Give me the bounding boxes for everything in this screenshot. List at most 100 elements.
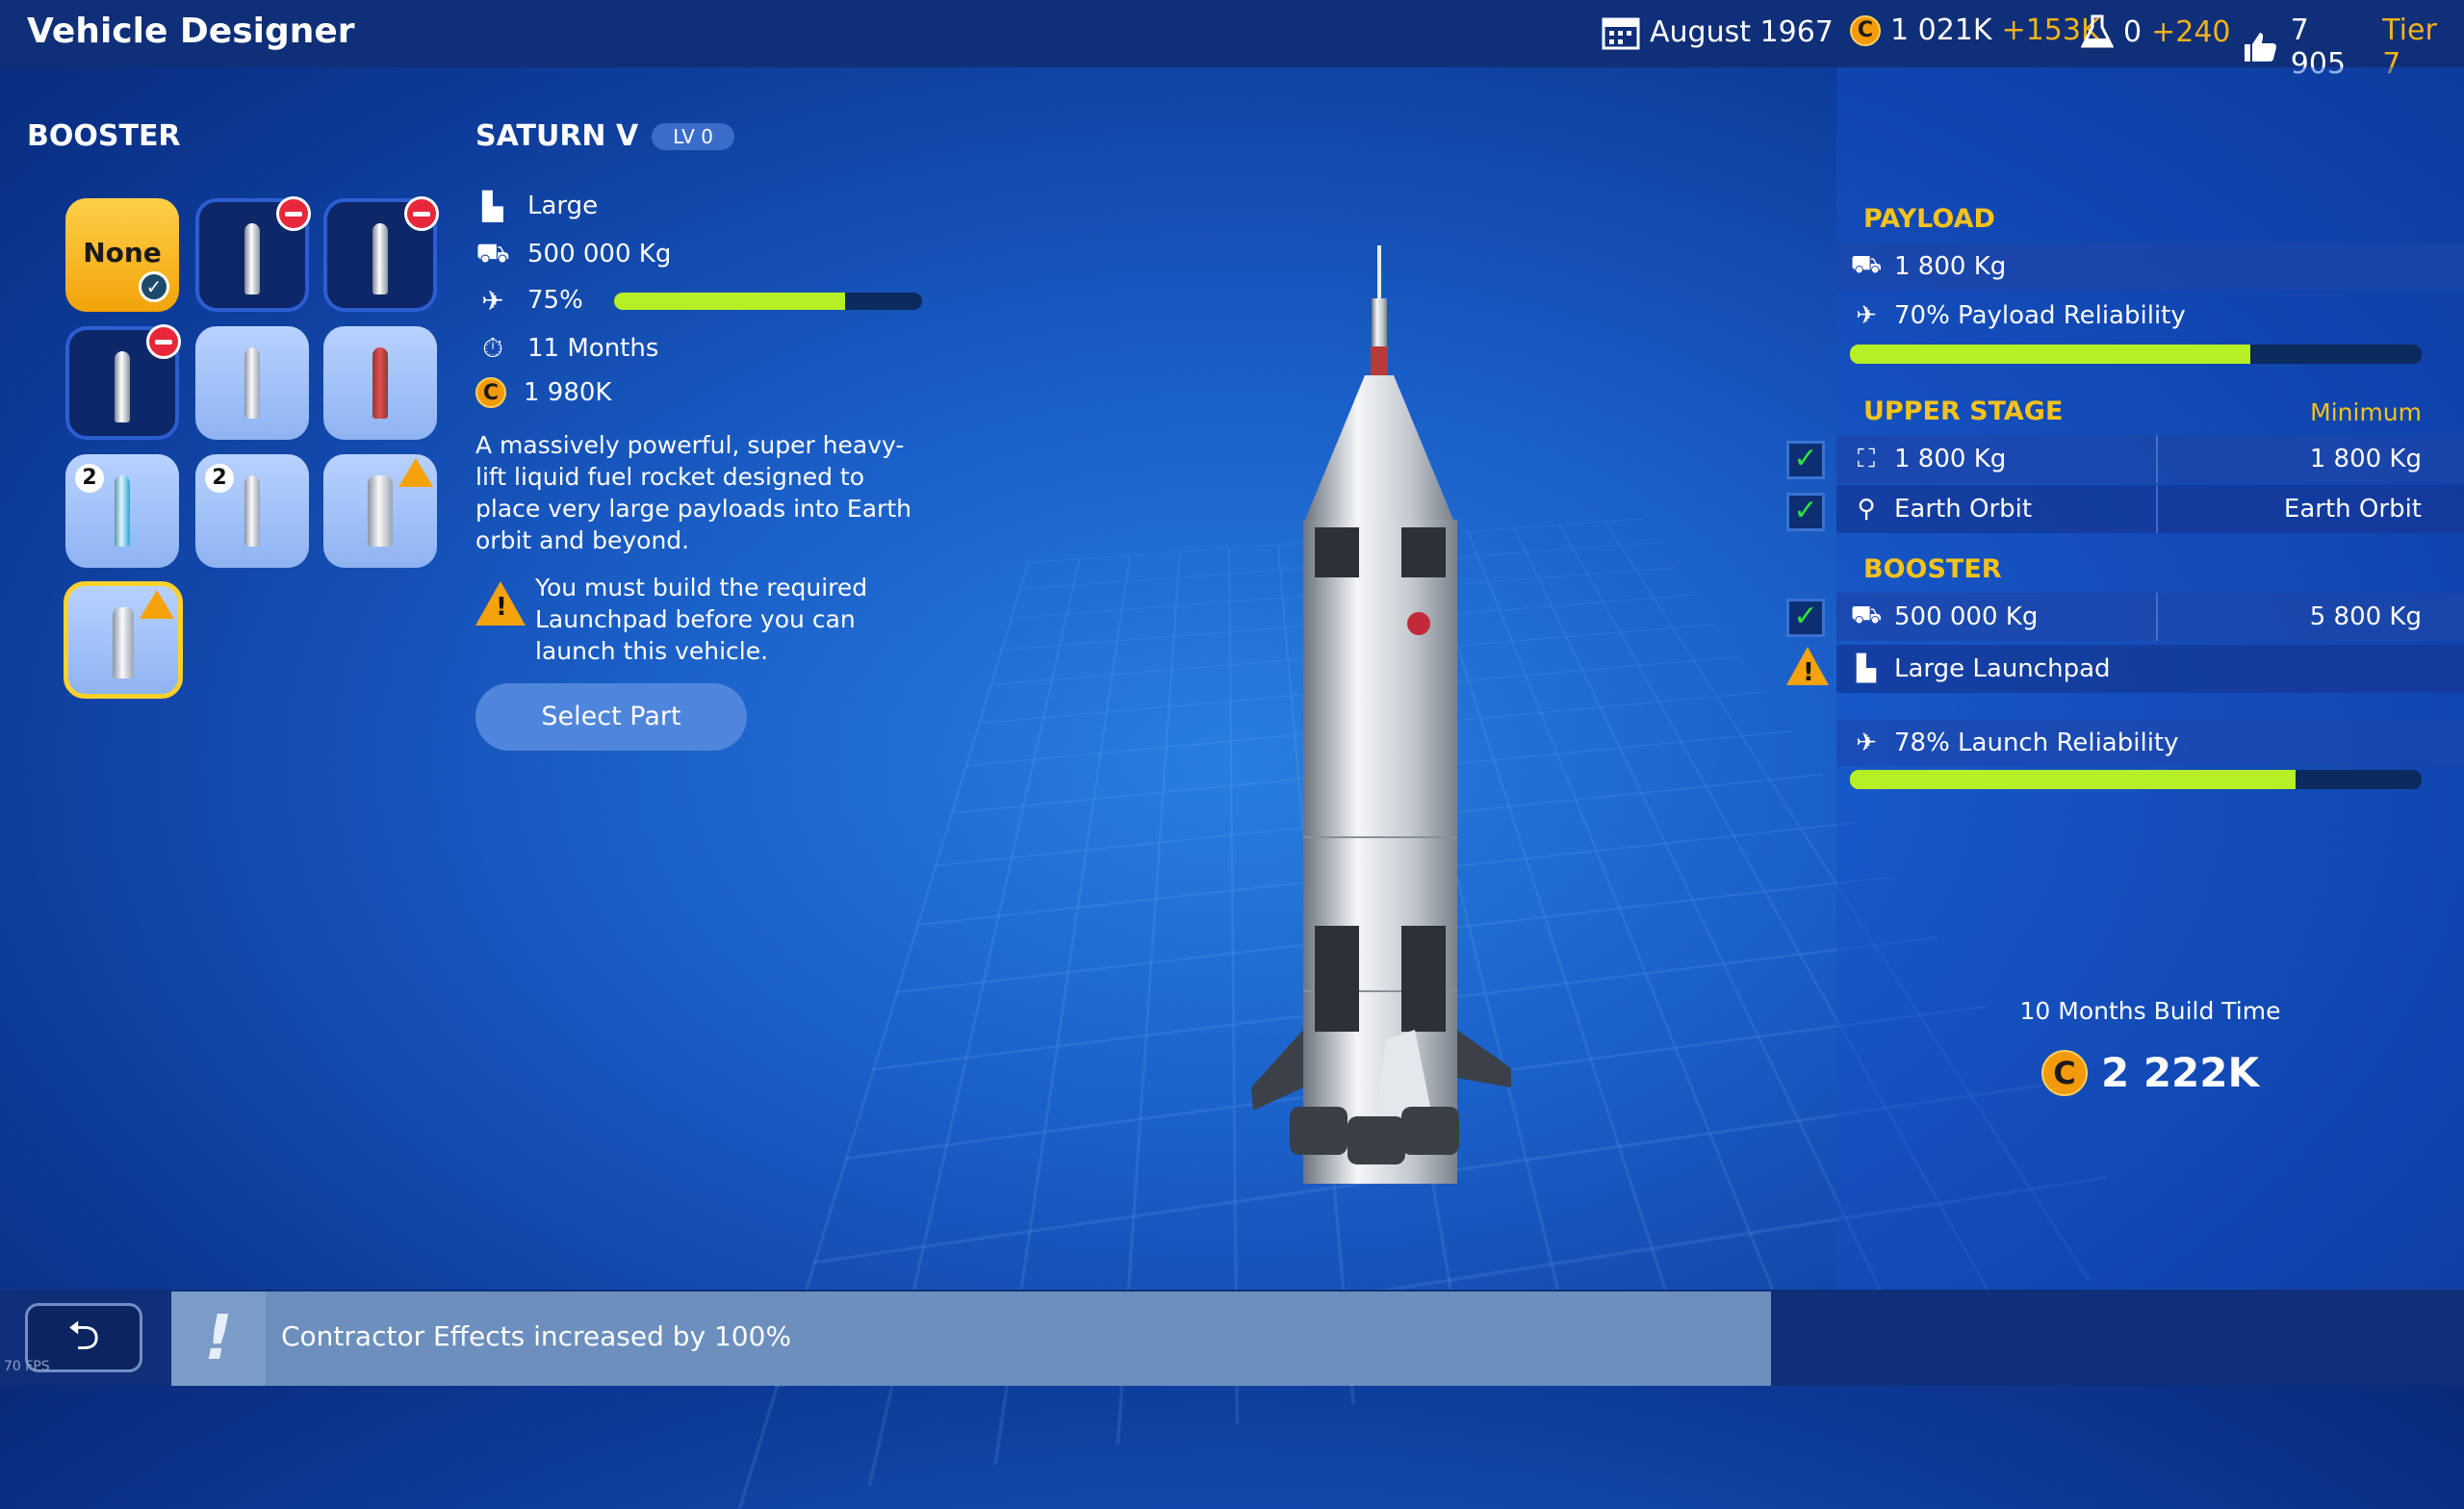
build-time-value: 11 Months — [527, 334, 658, 363]
warning-icon — [140, 590, 174, 619]
fps-counter: 70 FPS — [4, 1359, 50, 1374]
money-value: 1 021K — [1890, 13, 1992, 47]
no-entry-icon — [276, 196, 311, 231]
payload-reliability-row: ✈ 70% Payload Reliability — [1836, 291, 2464, 341]
booster-option-5[interactable] — [195, 326, 309, 440]
no-entry-icon — [146, 324, 181, 359]
check-icon: ✓ — [1786, 599, 1825, 637]
check-icon: ✓ — [1786, 493, 1825, 531]
rocket-icon — [368, 475, 393, 547]
money-display: C 1 021K +153K — [1850, 13, 2100, 47]
reliability-value: 75% — [527, 286, 583, 315]
nose-cone — [1305, 375, 1453, 520]
minimum-header: Minimum — [2310, 398, 2422, 426]
payload-reliability-bar-fill — [1850, 345, 2250, 364]
total-build-time: 10 Months Build Time — [1836, 997, 2464, 1025]
booster-section-title: BOOSTER — [27, 119, 181, 153]
booster-launchpad-row: ▙ Large Launchpad — [1836, 645, 2464, 693]
booster-option-2[interactable] — [195, 198, 309, 312]
check-icon: ✓ — [1786, 441, 1825, 479]
booster-option-3[interactable] — [323, 198, 437, 312]
contractor-notice: ! Contractor Effects increased by 100% — [171, 1292, 1771, 1386]
location-pin-icon: ⚲ — [1850, 495, 1883, 524]
flag-mark — [1407, 612, 1430, 635]
rocket-icon — [244, 347, 260, 419]
weight-icon: ⛟ — [1850, 601, 1883, 633]
adapter-ring — [1371, 346, 1388, 375]
rocket-body — [1303, 520, 1457, 1184]
check-icon: ✓ — [139, 271, 169, 302]
rocket-icon — [115, 475, 130, 547]
rocket-icon — [115, 351, 130, 422]
flask-icon — [2081, 13, 2114, 50]
body-panel — [1315, 926, 1359, 1032]
launchpad-icon: ▙ — [1850, 654, 1883, 683]
weight-icon: ⛟ — [475, 237, 510, 271]
payload-reliability-bar — [1850, 345, 2422, 364]
exclamation-icon: ! — [171, 1292, 266, 1386]
launch-reliability-bar-fill — [1850, 770, 2296, 789]
detail-capacity: ⛟ 500 000 Kg — [475, 237, 671, 271]
warning-icon — [475, 581, 526, 626]
payload-mass-value: 1 800 Kg — [1894, 252, 2006, 281]
part-header: SATURN V LV 0 — [475, 119, 734, 153]
count-badge: 2 — [75, 464, 104, 493]
booster-capacity-minimum: 5 800 Kg — [2310, 602, 2422, 631]
booster-option-6[interactable] — [323, 326, 437, 440]
weight-icon: ⛟ — [1850, 250, 1883, 283]
fin — [1251, 1030, 1303, 1111]
upper-mass-value: 1 800 Kg — [1894, 445, 2006, 473]
capsule — [1372, 298, 1387, 346]
none-label: None — [65, 237, 179, 269]
level-badge: LV 0 — [652, 123, 734, 150]
coin-icon: C — [475, 377, 506, 408]
launchpad-warning: You must build the required Launchpad be… — [535, 572, 920, 667]
rocket-icon — [113, 607, 134, 678]
booster-option-8[interactable]: 2 — [195, 454, 309, 568]
thumbs-icon — [2243, 31, 2281, 64]
date-display: August 1967 — [1602, 13, 1834, 50]
rocket-preview — [1232, 241, 1540, 1184]
body-panel — [1401, 527, 1446, 577]
booster-summary-title: BOOSTER — [1863, 554, 2002, 584]
part-description: A massively powerful, super heavy-lift l… — [475, 429, 918, 556]
body-panel — [1315, 527, 1359, 577]
launch-reliability-bar — [1850, 770, 2422, 789]
science-value: 0 — [2123, 15, 2142, 49]
launchpad-icon: ▙ — [475, 189, 510, 223]
booster-option-none[interactable]: None ✓ — [65, 198, 179, 312]
warning-icon — [398, 458, 433, 487]
no-entry-icon — [404, 196, 439, 231]
booster-option-saturn-v[interactable] — [64, 581, 183, 699]
upper-mass-minimum: 1 800 Kg — [2310, 445, 2422, 473]
payload-reliability-label: 70% Payload Reliability — [1894, 301, 2186, 330]
booster-option-9[interactable] — [323, 454, 437, 568]
divider — [2156, 435, 2158, 483]
rocket-icon — [372, 347, 388, 419]
rocket-icon — [372, 223, 388, 294]
booster-option-7[interactable]: 2 — [65, 454, 179, 568]
divider — [2156, 593, 2158, 641]
total-cost-value: 2 222K — [2101, 1049, 2259, 1096]
select-part-button[interactable]: Select Part — [475, 683, 747, 751]
booster-capacity-value: 500 000 Kg — [1894, 602, 2038, 631]
launch-reliability-label: 78% Launch Reliability — [1894, 729, 2179, 757]
calendar-icon — [1602, 13, 1640, 50]
detail-reliability: ✈ 75% — [475, 283, 583, 318]
size-value: Large — [527, 192, 598, 220]
expand-icon: ⛶ — [1850, 445, 1883, 474]
upper-target-value: Earth Orbit — [1894, 495, 2032, 524]
booster-capacity-row: ⛟ 500 000 Kg 5 800 Kg — [1836, 593, 2464, 641]
booster-option-4[interactable] — [65, 326, 179, 440]
rocket-icon — [244, 223, 260, 294]
body-panel — [1401, 926, 1446, 1032]
upper-target-minimum: Earth Orbit — [2284, 495, 2422, 524]
detail-size: ▙ Large — [475, 189, 598, 223]
coin-icon: C — [1850, 15, 1881, 46]
launch-reliability-row: ✈ 78% Launch Reliability — [1836, 720, 2464, 766]
payload-mass-row: ⛟ 1 800 Kg — [1836, 243, 2464, 291]
total-cost: C 2 222K — [1836, 1049, 2464, 1096]
undo-icon: ⮌ — [67, 1312, 100, 1359]
science-display: 0 +240 — [2081, 13, 2231, 50]
upper-mass-row: ⛶ 1 800 Kg 1 800 Kg — [1836, 435, 2464, 483]
